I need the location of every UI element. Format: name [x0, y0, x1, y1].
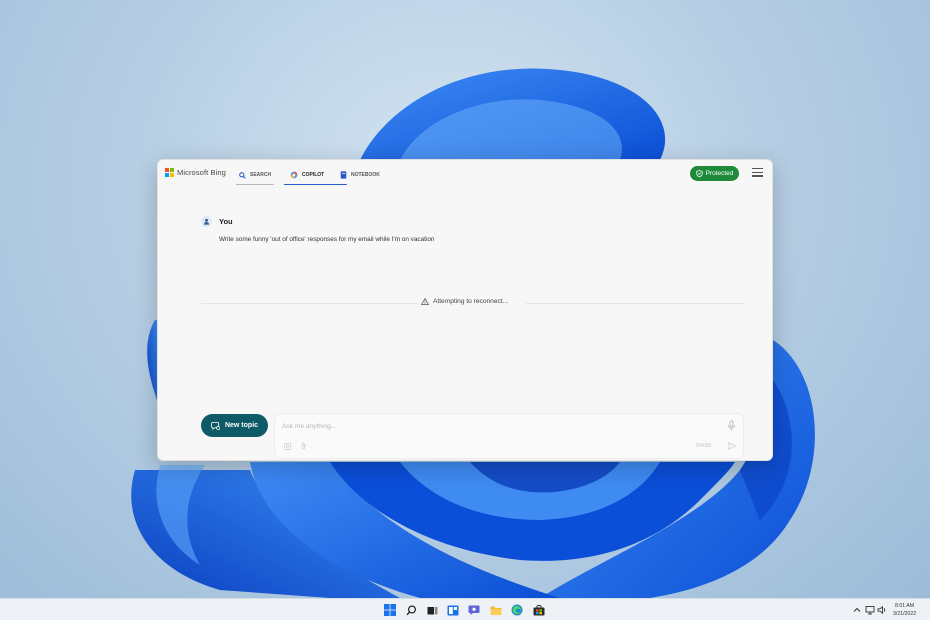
- chevron-up-icon[interactable]: [852, 605, 862, 615]
- attach-icon[interactable]: [300, 442, 307, 450]
- tab-copilot-underline: [284, 183, 348, 185]
- image-search-icon[interactable]: [284, 443, 291, 450]
- notebook-icon: [340, 171, 347, 179]
- divider-right: [526, 303, 744, 304]
- composer: 0/4000: [274, 413, 744, 459]
- brand-label: Microsoft Bing: [177, 168, 226, 177]
- new-topic-icon: [211, 421, 220, 430]
- clock-time: 8:01 AM: [895, 603, 915, 609]
- search-icon[interactable]: [403, 602, 419, 618]
- brand[interactable]: Microsoft Bing: [165, 168, 226, 177]
- user-message: Write some funny 'out of office' respons…: [219, 236, 435, 243]
- send-icon[interactable]: [728, 442, 736, 450]
- start-button-icon[interactable]: [382, 602, 398, 618]
- tab-copilot-label: COPILOT: [302, 172, 325, 178]
- user-name: You: [219, 217, 233, 226]
- character-counter: 0/4000: [696, 443, 712, 449]
- tab-notebook[interactable]: NOTEBOOK: [340, 167, 380, 183]
- warning-icon: [421, 298, 429, 305]
- copilot-icon: [290, 171, 298, 179]
- user-header: You: [201, 216, 233, 227]
- widgets-icon[interactable]: [445, 602, 461, 618]
- new-topic-button[interactable]: New topic: [201, 414, 268, 437]
- avatar: [201, 216, 212, 227]
- protected-badge[interactable]: Protected: [690, 166, 739, 181]
- task-view-icon[interactable]: [424, 602, 440, 618]
- tab-search[interactable]: SEARCH: [236, 167, 275, 185]
- file-explorer-icon[interactable]: [488, 602, 504, 618]
- divider-left: [201, 303, 418, 304]
- user-icon: [203, 218, 210, 225]
- store-icon[interactable]: [531, 602, 547, 618]
- tab-copilot[interactable]: COPILOT: [284, 167, 348, 185]
- tab-search-underline: [236, 183, 275, 185]
- edge-icon[interactable]: [509, 602, 525, 618]
- hamburger-menu-icon[interactable]: [752, 168, 763, 178]
- microphone-icon[interactable]: [727, 420, 736, 431]
- protected-label: Protected: [705, 170, 734, 177]
- volume-icon[interactable]: [877, 605, 887, 615]
- tab-search-label: SEARCH: [250, 172, 272, 178]
- ask-input[interactable]: [282, 419, 712, 433]
- tab-notebook-label: NOTEBOOK: [351, 172, 380, 178]
- taskbar: 8:01 AM 3/21/2022: [0, 598, 930, 620]
- clock-date: 3/21/2022: [893, 611, 917, 617]
- new-topic-label: New topic: [224, 422, 259, 429]
- window-topbar: Microsoft Bing SEARCH COPILOT NOTEBOOK P…: [158, 160, 772, 188]
- reconnect-label: Attempting to reconnect...: [433, 298, 509, 305]
- teams-chat-icon[interactable]: [466, 602, 482, 618]
- network-icon[interactable]: [865, 605, 875, 615]
- search-icon: [239, 171, 246, 179]
- taskbar-clock[interactable]: 8:01 AM 3/21/2022: [893, 602, 916, 618]
- microsoft-logo-icon: [165, 168, 174, 177]
- reconnect-status: Attempting to reconnect...: [421, 298, 508, 305]
- bing-window: Microsoft Bing SEARCH COPILOT NOTEBOOK P…: [157, 159, 773, 461]
- shield-check-icon: [695, 170, 703, 177]
